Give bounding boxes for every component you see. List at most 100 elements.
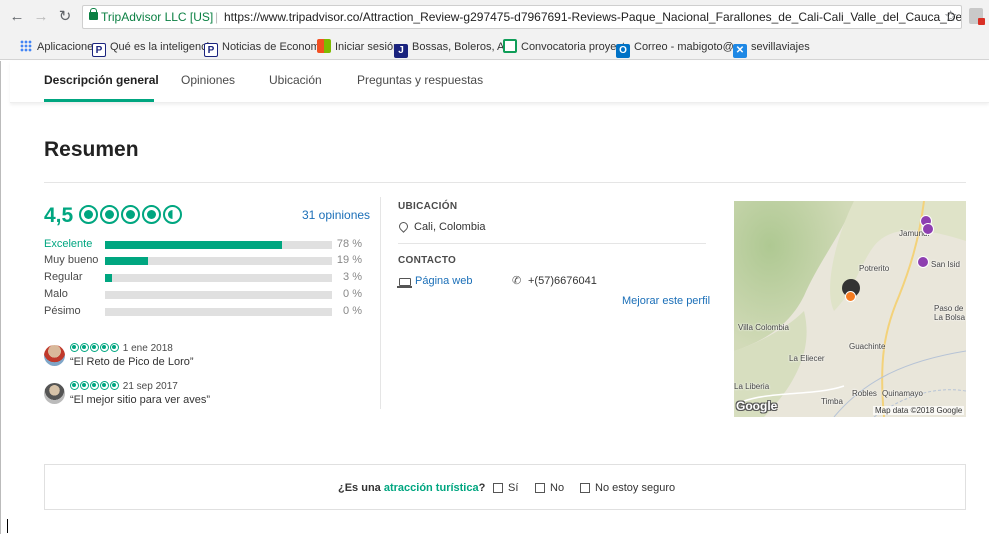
- checkbox-si[interactable]: [493, 483, 503, 493]
- checkbox-no-seguro[interactable]: [580, 483, 590, 493]
- rating-bar-fill: [105, 241, 283, 249]
- p-icon: P: [92, 43, 106, 57]
- rating-bar-row[interactable]: Muy bueno 19 %: [44, 254, 362, 269]
- address-separator: |: [215, 10, 219, 24]
- bookmark-item[interactable]: O Correo - mabigoto@: [616, 39, 734, 58]
- question-suffix: ?: [478, 482, 486, 494]
- contact-heading: CONTACTO: [398, 255, 457, 266]
- tab-descripcion-general[interactable]: Descripción general: [44, 73, 159, 87]
- browser-toolbar: ← → ↻ TripAdvisor LLC [US] | https://www…: [0, 0, 989, 34]
- rating-bar-label[interactable]: Muy bueno: [44, 254, 98, 266]
- improve-profile-link[interactable]: Mejorar este perfil: [622, 295, 710, 307]
- rating-bar-label[interactable]: Malo: [44, 288, 68, 300]
- review-title[interactable]: “El mejor sitio para ver aves”: [70, 394, 210, 406]
- rating-bar-label[interactable]: Regular: [44, 271, 83, 283]
- extension-icon[interactable]: [969, 8, 985, 25]
- rating-bar-row[interactable]: Regular 3 %: [44, 271, 362, 286]
- window-edge: [0, 61, 1, 534]
- bookmark-item[interactable]: J Bossas, Boleros, And: [394, 39, 517, 58]
- address-bar[interactable]: TripAdvisor LLC [US] | https://www.tripa…: [82, 5, 962, 29]
- rating-bar-fill: [105, 274, 112, 282]
- p-icon: P: [204, 43, 218, 57]
- question-prefix: ¿Es una: [338, 482, 384, 494]
- active-tab-indicator: [44, 99, 154, 102]
- bookmark-item[interactable]: P Qué es la inteligencia: [92, 39, 216, 57]
- location-text: Cali, Colombia: [414, 221, 486, 233]
- text-cursor: [7, 519, 8, 533]
- restaurant-poi-icon[interactable]: [922, 223, 934, 235]
- checkbox-no[interactable]: [535, 483, 545, 493]
- x-icon: ✕: [733, 44, 747, 58]
- reload-icon[interactable]: ↻: [56, 8, 74, 26]
- rating-bar-row[interactable]: Excelente 78 %: [44, 238, 362, 253]
- phone-number[interactable]: +(57)6676041: [528, 275, 597, 287]
- map-attribution[interactable]: Map data ©2018 Google: [873, 406, 965, 415]
- tab-opiniones[interactable]: Opiniones: [181, 73, 235, 87]
- tab-preguntas[interactable]: Preguntas y respuestas: [357, 73, 483, 87]
- map-label: San Isid: [931, 260, 960, 269]
- question-highlight[interactable]: atracción turística: [384, 482, 479, 494]
- laptop-icon: [397, 278, 412, 288]
- bookmark-star-icon[interactable]: ☆: [944, 7, 957, 25]
- sheet-icon: [503, 39, 517, 53]
- review-snippet[interactable]: 1 ene 2018 “El Reto de Pico de Loro”: [44, 343, 344, 373]
- rating-bar-track: [105, 291, 332, 299]
- rating-bar-track: [105, 274, 332, 282]
- section-title: Resumen: [44, 138, 139, 161]
- question-text: ¿Es una atracción turística?: [338, 482, 485, 494]
- secure-origin-label: TripAdvisor LLC [US]: [101, 10, 214, 24]
- review-meta: 21 sep 2017: [70, 381, 178, 392]
- bookmark-item[interactable]: Convocatoria proyect: [503, 39, 625, 55]
- review-snippet[interactable]: 21 sep 2017 “El mejor sitio para ver ave…: [44, 381, 344, 411]
- website-link[interactable]: Página web: [415, 275, 473, 287]
- restaurant-poi-icon[interactable]: [917, 256, 929, 268]
- attraction-type-icon: [845, 291, 856, 302]
- bookmark-item[interactable]: ✕ sevillaviajes: [733, 39, 810, 58]
- map-label: Potrerito: [859, 264, 890, 273]
- rating-bar-label[interactable]: Pésimo: [44, 305, 81, 317]
- back-icon[interactable]: ←: [8, 8, 26, 26]
- location-pin-icon: [397, 220, 410, 233]
- rating-bar-row[interactable]: Malo 0 %: [44, 288, 362, 303]
- bubble-icon: [142, 205, 161, 224]
- rating-bubbles: [79, 205, 184, 225]
- rating-bar-fill: [105, 257, 149, 265]
- half-bubble-icon: [163, 205, 182, 224]
- map-label: Timba: [821, 397, 843, 406]
- rating-bar-label[interactable]: Excelente: [44, 238, 92, 250]
- divider: [44, 182, 966, 183]
- tab-ubicacion[interactable]: Ubicación: [269, 73, 322, 87]
- map-label: La Bolsa: [934, 313, 966, 322]
- map-label: La Eliecer: [789, 354, 825, 363]
- browser-chrome: ← → ↻ TripAdvisor LLC [US] | https://www…: [0, 0, 989, 60]
- bookmark-label: Iniciar sesión: [335, 41, 400, 53]
- phone-icon: ✆: [512, 275, 522, 287]
- location-map[interactable]: Jamundí Potrerito San Isid Paso de La Bo…: [734, 201, 966, 417]
- map-label: Robles: [852, 389, 877, 398]
- bookmark-label: Correo - mabigoto@: [634, 41, 734, 53]
- bookmark-label: Qué es la inteligencia: [110, 41, 216, 53]
- bookmark-label: sevillaviajes: [751, 41, 810, 53]
- rating-bar-track: [105, 257, 332, 265]
- map-label: Villa Colombia: [738, 323, 789, 332]
- map-label: Paso de: [934, 304, 964, 313]
- bookmark-item[interactable]: P Noticias de Economía: [204, 39, 329, 57]
- review-title[interactable]: “El Reto de Pico de Loro”: [70, 356, 194, 368]
- j-icon: J: [394, 44, 408, 58]
- url-text[interactable]: https://www.tripadvisor.co/Attraction_Re…: [224, 6, 961, 28]
- google-logo: Google: [736, 399, 778, 413]
- bookmark-item[interactable]: Iniciar sesión: [317, 39, 399, 55]
- rating-bar-percent: 78 %: [336, 238, 362, 250]
- reviews-count-link[interactable]: 31 opiniones: [302, 208, 370, 222]
- rating-bar-percent: 19 %: [336, 254, 362, 266]
- bookmark-apps[interactable]: Aplicaciones: [20, 39, 99, 55]
- option-si-label[interactable]: Sí: [508, 482, 518, 494]
- avatar: [44, 383, 65, 404]
- option-no-label[interactable]: No: [550, 482, 564, 494]
- column-divider: [380, 197, 381, 409]
- forward-icon[interactable]: →: [32, 8, 50, 26]
- rating-bar-row[interactable]: Pésimo 0 %: [44, 305, 362, 320]
- option-no-seguro-label[interactable]: No estoy seguro: [595, 482, 675, 494]
- review-meta: 1 ene 2018: [70, 343, 173, 354]
- rating-bar-percent: 0 %: [343, 288, 362, 300]
